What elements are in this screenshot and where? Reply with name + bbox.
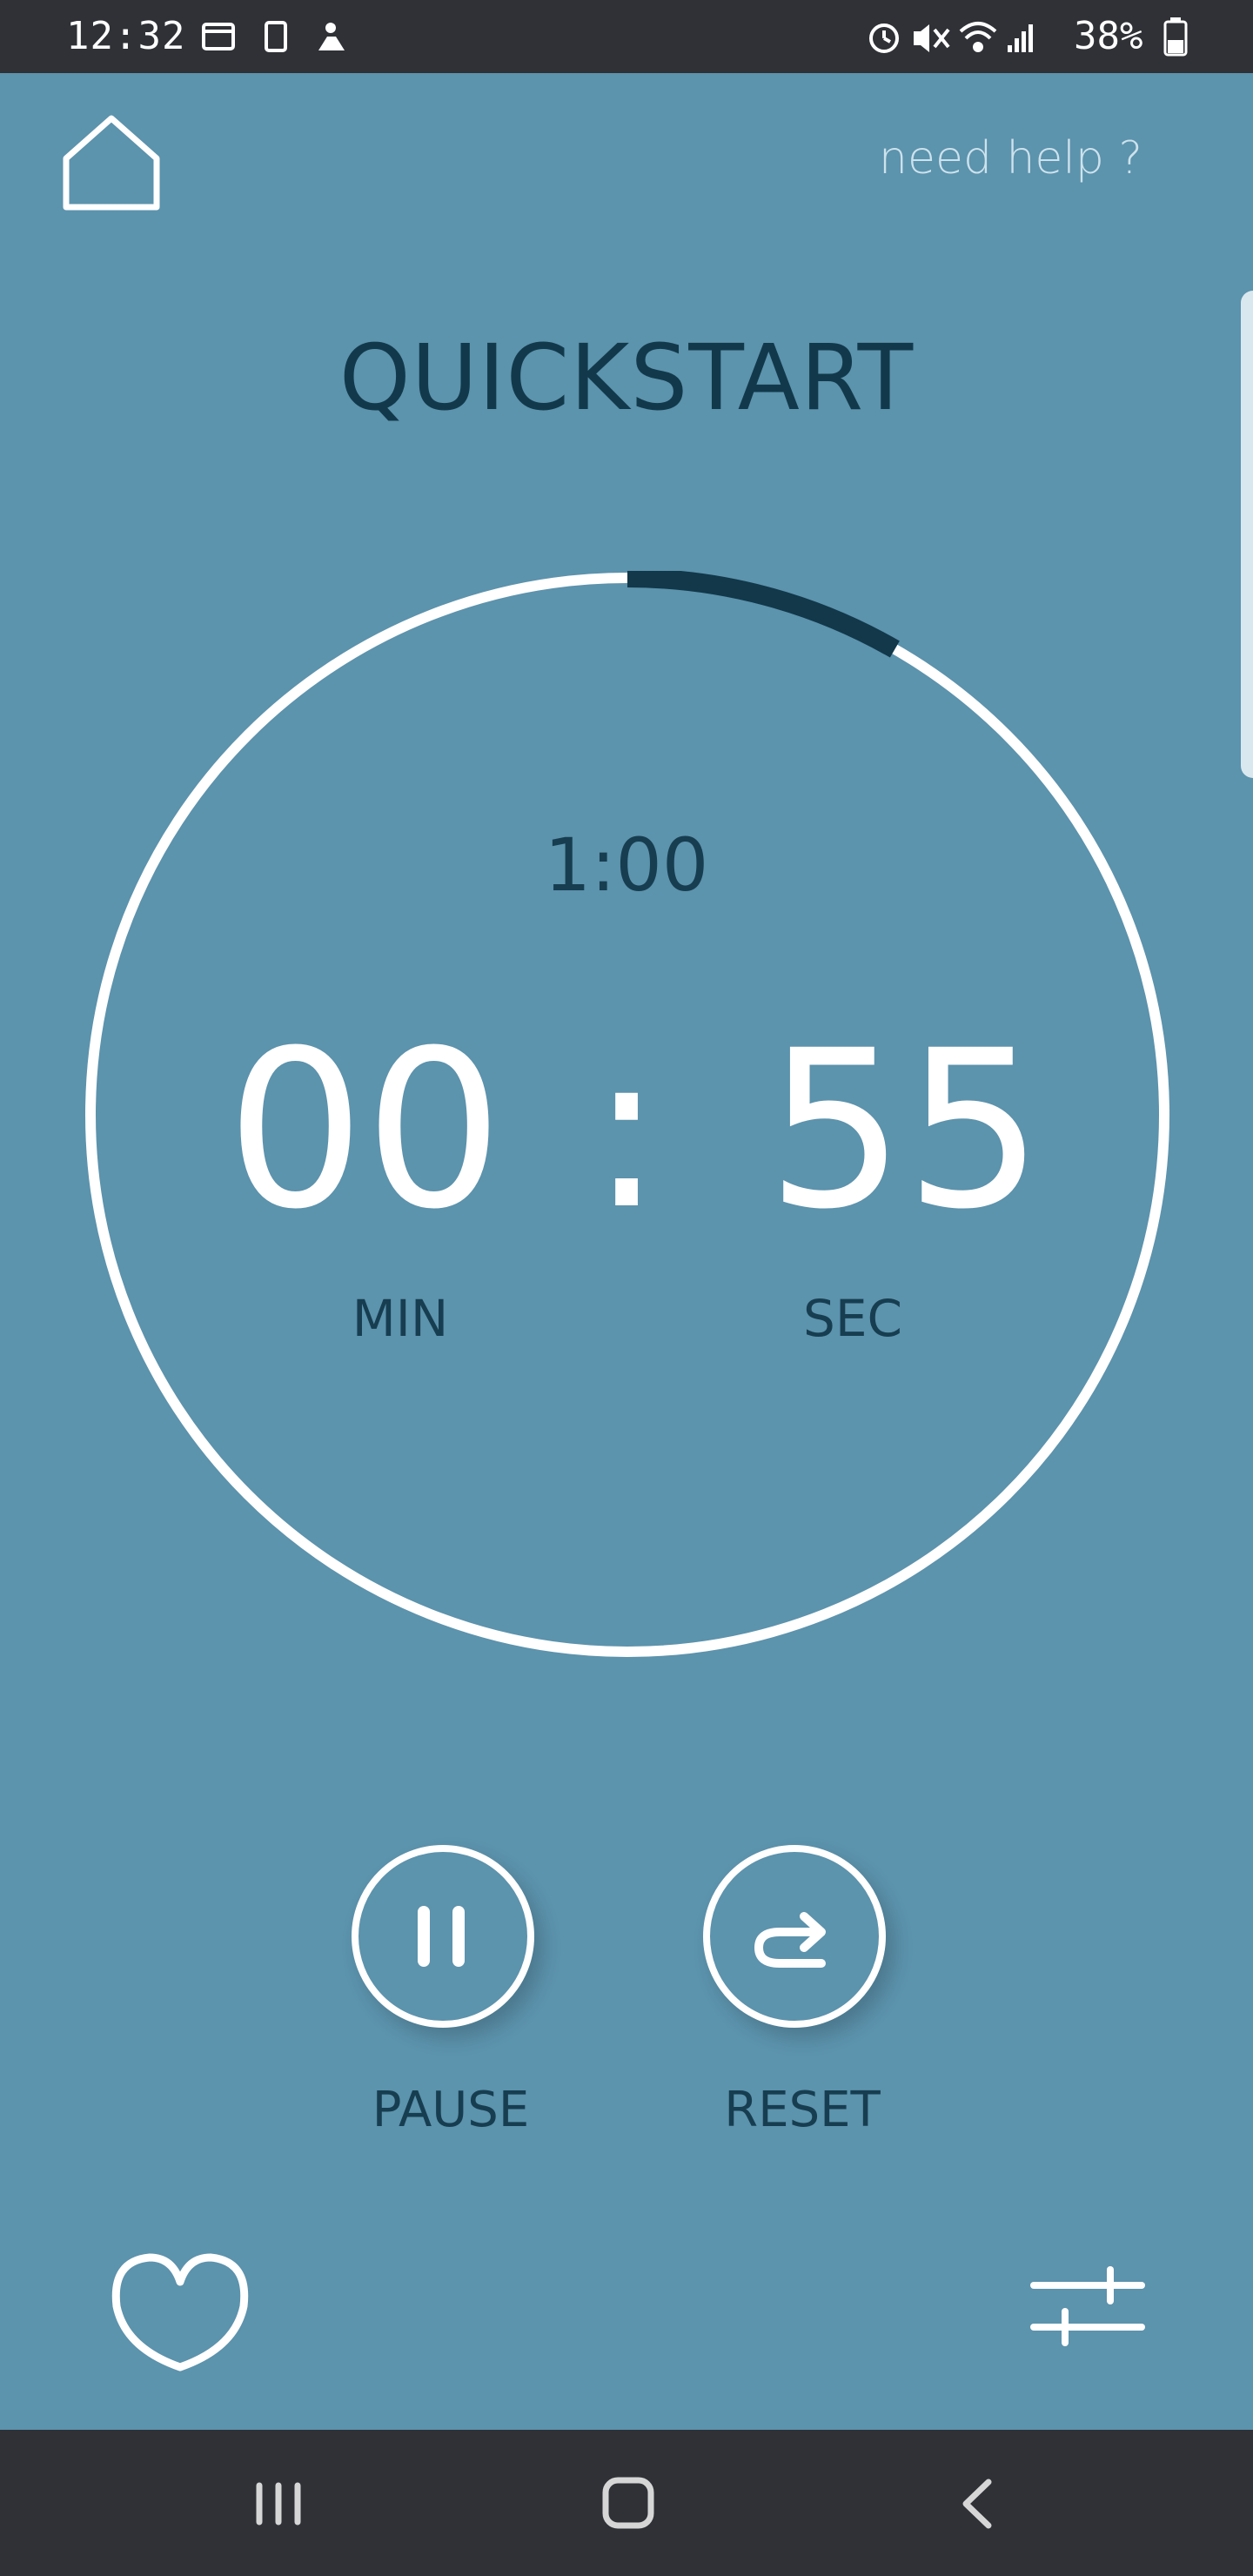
home-icon[interactable]: [59, 110, 164, 214]
reset-label: RESET: [724, 2082, 881, 2138]
timer-seconds: 55: [766, 1003, 1044, 1257]
nav-home-icon[interactable]: [576, 2465, 680, 2543]
alarm-icon: [869, 23, 899, 53]
notification-icon: [318, 23, 345, 50]
gallery-icon: [202, 23, 235, 50]
reset-button[interactable]: [703, 1845, 886, 2028]
minutes-label: MIN: [352, 1289, 449, 1348]
app-content: need help ? QUICKSTART 1:00 00 : 55 MIN …: [0, 73, 1253, 2430]
status-bar: 12:32 38%: [0, 0, 1253, 73]
status-time: 12:32: [66, 14, 186, 58]
redo-icon: [754, 1912, 826, 1968]
mute-icon: [914, 24, 950, 52]
navigation-bar: [0, 2430, 1253, 2576]
timer-separator: :: [589, 1003, 664, 1257]
need-help-link[interactable]: need help ?: [879, 132, 1142, 184]
page-title: QUICKSTART: [338, 325, 915, 431]
battery-percent: 38%: [1074, 14, 1143, 58]
status-left-icons: [202, 21, 345, 52]
pause-icon: [418, 1906, 465, 1967]
battery-icon: [1163, 17, 1188, 57]
phone-icon: [265, 21, 287, 52]
wifi-icon: [959, 22, 997, 52]
signal-icon: [1008, 24, 1033, 52]
pause-button[interactable]: [352, 1845, 534, 2028]
heart-icon[interactable]: [106, 2245, 254, 2376]
back-icon[interactable]: [926, 2465, 1030, 2543]
sliders-icon[interactable]: [1027, 2259, 1149, 2355]
timer-total-duration: 1:00: [544, 822, 709, 908]
timer-minutes: 00: [226, 1003, 504, 1257]
recent-apps-icon[interactable]: [226, 2465, 331, 2543]
timer-progress-arc: [626, 571, 900, 658]
pause-label: PAUSE: [372, 2082, 530, 2138]
status-right-icons: [869, 22, 1033, 53]
seconds-label: SEC: [803, 1289, 902, 1348]
